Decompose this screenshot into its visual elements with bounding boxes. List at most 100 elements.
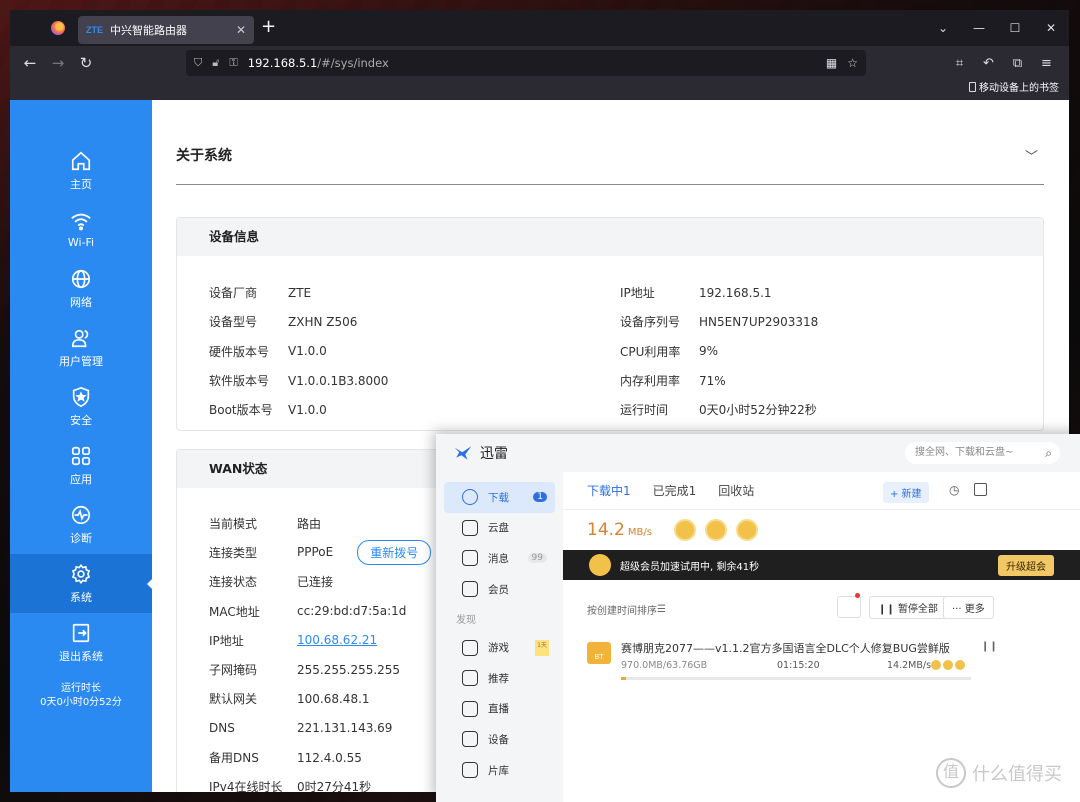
mobile-bookmarks-link[interactable]: 移动设备上的书签 (979, 83, 1059, 94)
sort-icon[interactable]: ☰ (657, 604, 666, 615)
thunder-nav-live[interactable]: 直播 (444, 694, 555, 725)
bookmark-star-icon[interactable]: ☆ (847, 56, 858, 70)
thunder-nav-recommend[interactable]: 推荐 (444, 663, 555, 694)
mini-badge-icon (955, 660, 965, 670)
info-row: 设备序列号 HN5EN7UP2903318 (620, 307, 1011, 336)
menu-icon[interactable]: ≡ (1032, 56, 1061, 71)
window-controls: ⌄ — ☐ ✕ (925, 10, 1069, 46)
tab-list-icon[interactable]: ⌄ (925, 10, 961, 46)
forward-icon[interactable]: → (44, 54, 72, 72)
tab-close-icon[interactable]: ✕ (236, 23, 246, 37)
thunder-nav-devices[interactable]: 设备 (444, 724, 555, 755)
film-library-icon (462, 762, 478, 779)
download-count-badge: 1 (533, 492, 547, 503)
sidebar-uptime: 运行时长 0天0小时0分52分 (10, 682, 152, 710)
thunder-nav-games[interactable]: 游戏 1天 (444, 632, 555, 663)
crop-screenshot-icon[interactable]: ⌗ (945, 56, 974, 71)
pause-all-button[interactable]: ❙❙ 暂停全部 (869, 596, 947, 619)
sidebar-item-label: 安全 (70, 413, 92, 427)
thunder-nav-vip[interactable]: 会员 (444, 574, 555, 605)
accelerate-badge-icon[interactable] (735, 519, 758, 541)
message-board-button[interactable] (837, 596, 861, 618)
task-name: 赛博朋克2077——v1.1.2官方多国语言全DLC个人修复BUG尝鲜版 (621, 642, 950, 655)
diamond-badge-icon[interactable] (704, 519, 727, 541)
qr-code-icon[interactable]: ▦ (826, 56, 837, 70)
sidebar-item-network[interactable]: 网络 (10, 259, 152, 318)
side-panel-icon[interactable] (974, 483, 987, 496)
device-info-title: 设备信息 (177, 218, 1043, 256)
url-text[interactable]: 192.168.5.1/#/sys/index (248, 56, 816, 70)
wan-value: 100.68.48.1 (297, 691, 370, 706)
new-tab-icon[interactable]: + (261, 16, 276, 38)
history-icon[interactable]: ◷ (949, 483, 959, 497)
insecure-lock-icon[interactable]: 🔓︎ (212, 56, 219, 70)
upgrade-vip-button[interactable]: 升级超会 (998, 555, 1054, 576)
sidebar-item-label: Wi-Fi (67, 236, 95, 249)
wan-value: 221.131.143.69 (297, 721, 393, 736)
task-size: 970.0MB/63.76GB (621, 660, 708, 671)
sidebar-item-wifi[interactable]: Wi-Fi (10, 200, 152, 259)
search-icon[interactable]: ⌕ (1045, 442, 1052, 464)
tab-downloading[interactable]: 下载中1 (587, 482, 631, 499)
sidebar: 主页 Wi-Fi 网络 用户管理 安全 应用 诊断 系统 退出系统 运行时长 0… (10, 100, 153, 792)
mini-badge-icon (931, 660, 941, 670)
redial-button[interactable]: 重新拨号 (357, 539, 432, 565)
nav-label: 推荐 (488, 672, 509, 685)
info-value: 192.168.5.1 (699, 285, 772, 300)
key-icon[interactable]: ⚿ (229, 56, 237, 70)
uptime-value: 0天0小时0分52分 (40, 697, 122, 708)
nav-label: 消息 (488, 552, 509, 565)
reload-icon[interactable]: ↻ (72, 54, 100, 72)
more-button[interactable]: ··· 更多 (943, 596, 994, 619)
wan-key: 子网掩码 (209, 663, 258, 678)
sidebar-item-users[interactable]: 用户管理 (10, 318, 152, 377)
thunder-titlebar: 迅雷 搜全网、下载和云盘~ ⌕ (436, 434, 1080, 472)
maximize-icon[interactable]: ☐ (997, 10, 1033, 46)
sidebar-item-security[interactable]: 安全 (10, 377, 152, 436)
back-icon[interactable]: ← (16, 54, 44, 72)
close-window-icon[interactable]: ✕ (1033, 10, 1069, 46)
wan-ip-link[interactable]: 100.68.62.21 (297, 633, 377, 647)
info-key: 运行时间 (620, 403, 669, 418)
firefox-icon[interactable] (51, 21, 65, 35)
shield-icon (72, 386, 90, 407)
watermark: 值 什么值得买 (936, 758, 1062, 788)
info-row: CPU利用率 9% (620, 337, 1011, 366)
task-pause-icon[interactable]: ❙❙ (981, 641, 998, 652)
thunder-search-input[interactable]: 搜全网、下载和云盘~ ⌕ (905, 442, 1060, 464)
info-value: V1.0.0.1B3.8000 (288, 373, 389, 388)
url-bar[interactable]: ⛉ 🔓︎ ⚿ 192.168.5.1/#/sys/index ▦ ☆ (186, 50, 866, 76)
extensions-icon[interactable]: ⧉ (1003, 56, 1032, 71)
sidebar-item-home[interactable]: 主页 (10, 141, 152, 200)
device-info-left: 设备厂商 ZTE 设备型号 ZXHN Z506 硬件版本号 V1.0.0 软件版本号 V… (209, 278, 610, 424)
undo-icon[interactable]: ↶ (974, 56, 1003, 71)
thunder-main: 下载中1 已完成1 回收站 + 新建 ◷ 14.2 MB/s 超级会员加速试用中,… (563, 472, 1080, 802)
thunder-nav-messages[interactable]: 消息 99 (444, 543, 555, 574)
about-system-header[interactable]: 关于系统 ﹀ (176, 100, 1044, 185)
sidebar-item-apps[interactable]: 应用 (10, 436, 152, 495)
thunder-nav-download[interactable]: 下载 1 (444, 482, 555, 513)
nav-label: 直播 (488, 703, 509, 716)
new-task-button[interactable]: + 新建 (883, 482, 929, 503)
device-icon (462, 731, 478, 748)
thunder-nav-library[interactable]: 片库 (444, 755, 555, 786)
chevron-down-icon[interactable]: ﹀ (1025, 146, 1038, 165)
vip-badge-icon[interactable] (673, 519, 696, 541)
mobile-bookmarks-icon (969, 82, 976, 92)
tab-completed[interactable]: 已完成1 (653, 482, 697, 499)
wan-key: 默认网关 (209, 692, 258, 707)
sidebar-item-label: 诊断 (70, 531, 92, 545)
tab-router[interactable]: ZTE 中兴智能路由器 ✕ (78, 16, 254, 44)
sort-by-created-button[interactable]: 按创建时间排序 (587, 602, 657, 617)
task-speed: 14.2MB/s (887, 660, 932, 671)
minimize-icon[interactable]: — (961, 10, 997, 46)
wan-key: 备用DNS (209, 751, 259, 765)
sidebar-item-diagnose[interactable]: 诊断 (10, 495, 152, 554)
shield-tracking-icon[interactable]: ⛉ (194, 56, 202, 70)
sidebar-item-system[interactable]: 系统 (10, 554, 153, 613)
logout-button[interactable]: 退出系统 (10, 613, 152, 672)
download-task-row[interactable]: BT 赛博朋克2077——v1.1.2官方多国语言全DLC个人修复BUG尝鲜版 … (563, 638, 1080, 698)
thunder-nav-cloud[interactable]: 云盘 (444, 513, 555, 544)
info-value: 9% (699, 344, 719, 359)
tab-recycle-bin[interactable]: 回收站 (718, 482, 754, 499)
